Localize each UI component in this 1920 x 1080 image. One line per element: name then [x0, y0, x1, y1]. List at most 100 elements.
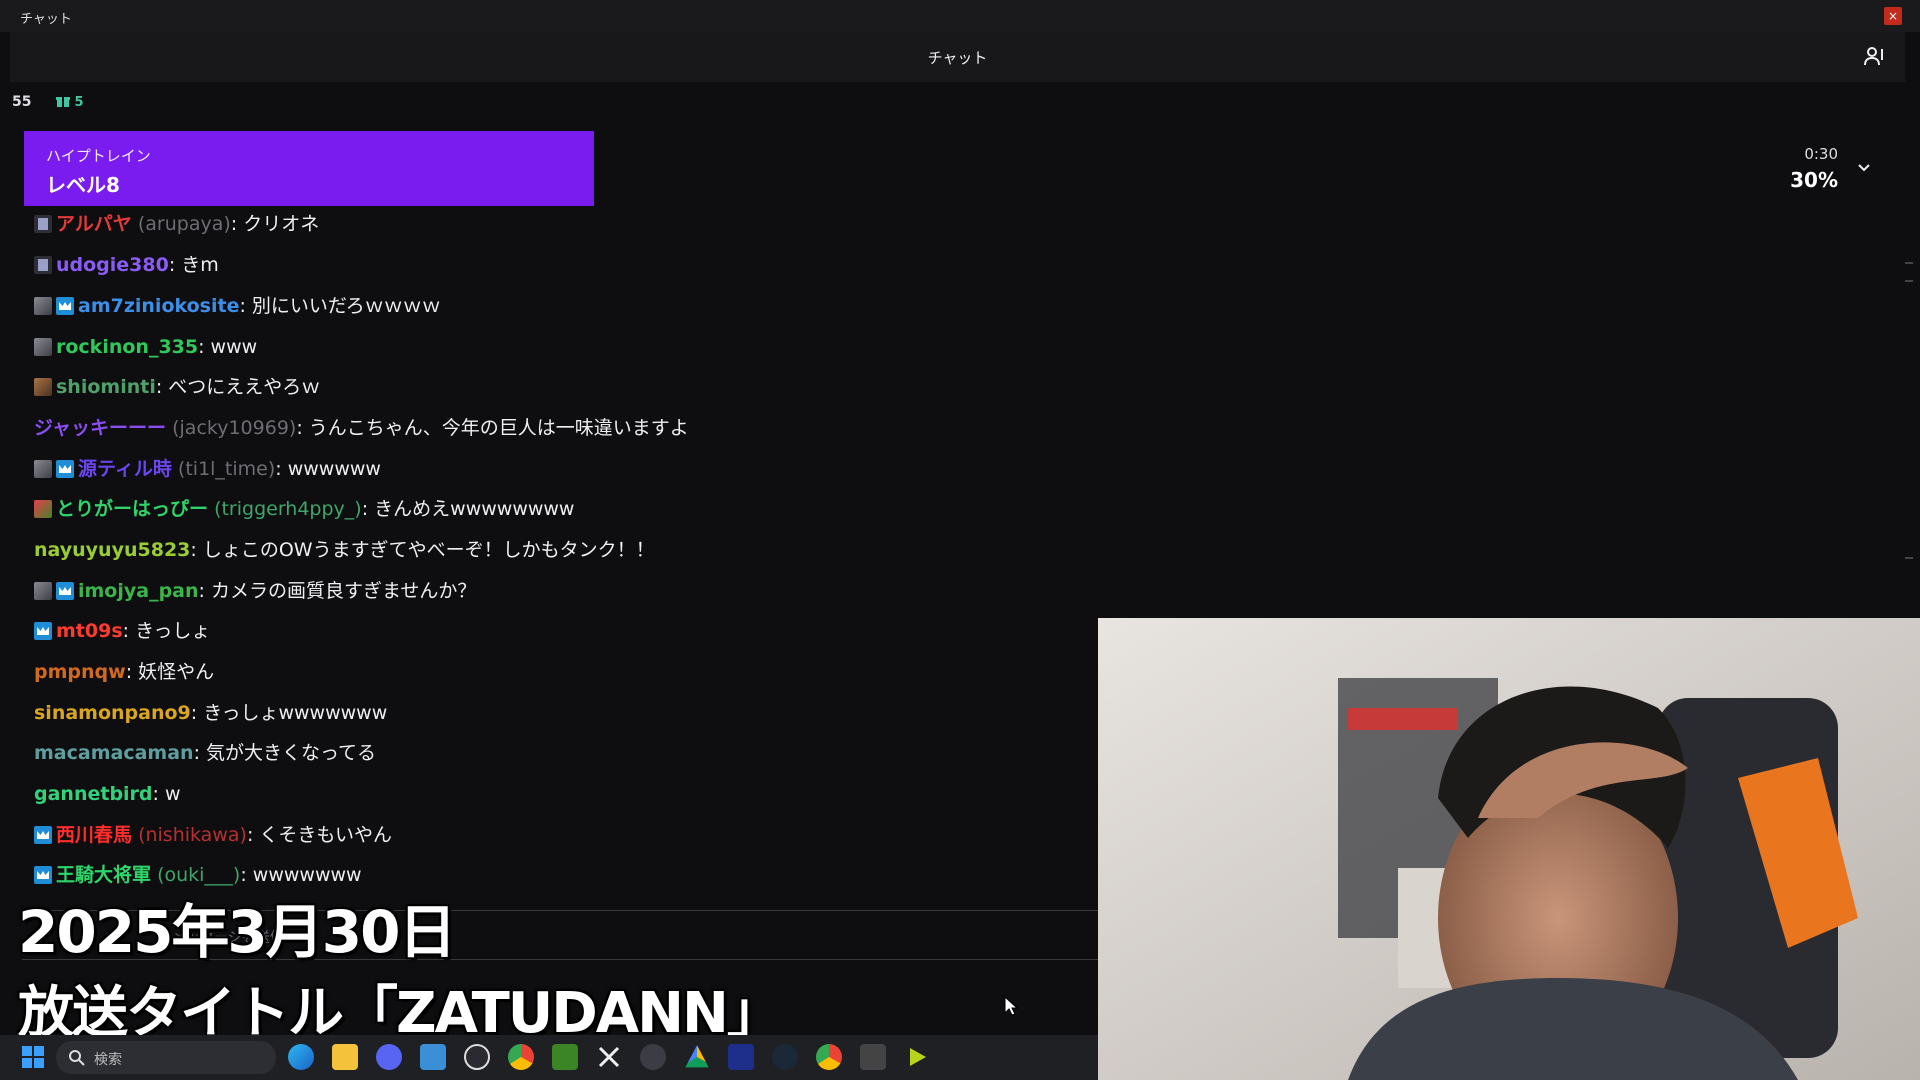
- chat-login: (arupaya): [137, 213, 231, 235]
- hype-train-timer: 0:30: [1804, 145, 1838, 163]
- chat-header: チャット: [10, 32, 1905, 82]
- chat-username[interactable]: gannetbird: [34, 783, 153, 805]
- hype-train-label: ハイプトレイン: [46, 147, 151, 165]
- chat-username[interactable]: nayuyuyu5823: [34, 539, 190, 561]
- chat-username[interactable]: mt09s: [56, 620, 123, 642]
- viewer-count: 55: [12, 94, 32, 110]
- chat-message: 源ティル時 (ti1l_time): wwwwww: [34, 452, 381, 486]
- steam-icon[interactable]: [772, 1044, 798, 1070]
- windows-icon[interactable]: [20, 1044, 46, 1070]
- chrome-icon[interactable]: [816, 1044, 842, 1070]
- chat-message: shiominti: べつにええやろｗ: [34, 370, 320, 404]
- chat-username[interactable]: 西川春馬: [56, 824, 132, 846]
- edge-icon[interactable]: [288, 1044, 314, 1070]
- chat-username[interactable]: pmpnqw: [34, 661, 126, 683]
- chat-message: udogie380: きm: [34, 248, 219, 282]
- chat-message: imojya_pan: カメラの画質良すぎませんか？: [34, 574, 476, 608]
- chat-text: : べつにええやろｗ: [155, 376, 321, 398]
- chat-username[interactable]: ジャッキーーー: [34, 417, 166, 439]
- gift-count: 5: [74, 95, 84, 110]
- chat-text: : くそきもいやん: [246, 824, 392, 846]
- chat-username[interactable]: rockinon_335: [56, 336, 198, 358]
- stream-date-caption: 2025年3月30日: [18, 898, 456, 966]
- hype-train-level: レベル8: [46, 173, 120, 197]
- chat-message: とりがーはっぴー (triggerh4ppy_): きんめえwwwwwwww: [34, 492, 574, 526]
- chat-message: nayuyuyu5823: しょこのOWうますぎてやべーぞ！しかもタンク！！: [34, 533, 655, 567]
- chat-text: : きm: [168, 254, 219, 276]
- subscriber-badge-icon: [34, 460, 52, 478]
- hype-train-banner[interactable]: ハイプトレイン レベル8: [24, 131, 594, 206]
- gift-icon: [56, 97, 70, 107]
- webcam-feed: [1098, 618, 1920, 1080]
- chat-text: : 別にいいだろｗｗｗｗ: [239, 295, 441, 317]
- notes-icon[interactable]: [420, 1044, 446, 1070]
- chat-text: : きっしょ: [122, 620, 211, 642]
- webcam-image: [1098, 618, 1920, 1080]
- drive-icon[interactable]: [685, 1045, 709, 1068]
- capcut-icon[interactable]: [596, 1044, 622, 1070]
- subscriber-badge-icon: [34, 500, 52, 518]
- chat-text: : クリオネ: [230, 213, 320, 235]
- chat-text: : うんこちゃん、今年の巨人は一味違いますよ: [296, 417, 689, 439]
- monitor-icon[interactable]: [728, 1044, 754, 1070]
- gift-count-badge: 5: [56, 94, 84, 110]
- chat-message: rockinon_335: www: [34, 330, 257, 364]
- prime-badge-icon: [56, 582, 74, 600]
- keyboard-icon[interactable]: [640, 1044, 666, 1070]
- chat-text: : w: [152, 783, 181, 805]
- chat-username[interactable]: udogie380: [56, 254, 169, 276]
- obs-icon[interactable]: [464, 1044, 490, 1070]
- chat-login: (triggerh4ppy_): [214, 498, 362, 520]
- prime-badge-icon: [34, 622, 52, 640]
- chat-username[interactable]: とりがーはっぴー: [56, 498, 208, 520]
- chat-username[interactable]: shiominti: [56, 376, 156, 398]
- scrollbar-mark: [1905, 262, 1913, 264]
- window-titlebar: チャット ×: [0, 0, 1920, 32]
- subscriber-badge-icon: [34, 378, 52, 396]
- sub-gifter-badge-icon: [34, 256, 52, 274]
- chat-message: gannetbird: w: [34, 777, 181, 811]
- scrollbar-mark: [1905, 280, 1913, 282]
- community-icon[interactable]: [1864, 45, 1886, 67]
- chat-message: am7ziniokosite: 別にいいだろｗｗｗｗ: [34, 289, 441, 323]
- sub-gifter-badge-icon: [34, 215, 52, 233]
- chat-login: (ouki___): [157, 864, 241, 886]
- chrome-icon[interactable]: [508, 1044, 534, 1070]
- search-placeholder: 検索: [94, 1052, 122, 1068]
- chat-message: mt09s: きっしょ: [34, 614, 210, 648]
- chat-text: : きっしょwwwwwww: [190, 702, 388, 724]
- chat-title: チャット: [927, 49, 988, 67]
- chat-text: : 妖怪やん: [125, 661, 215, 683]
- chat-username[interactable]: 源ティル時: [78, 458, 172, 480]
- chat-message: macamacaman: 気が大きくなってる: [34, 736, 376, 770]
- chat-login: (nishikawa): [138, 824, 247, 846]
- minecraft-icon[interactable]: [552, 1044, 578, 1070]
- prime-badge-icon: [56, 297, 74, 315]
- prime-badge-icon: [56, 460, 74, 478]
- chat-username[interactable]: アルパヤ: [56, 213, 132, 235]
- close-icon[interactable]: ×: [1884, 7, 1902, 25]
- chat-message: 西川春馬 (nishikawa): くそきもいやん: [34, 818, 392, 852]
- mouse-cursor-icon: [1004, 996, 1018, 1016]
- chat-message: pmpnqw: 妖怪やん: [34, 655, 214, 689]
- chat-username[interactable]: sinamonpano9: [34, 702, 191, 724]
- chat-username[interactable]: macamacaman: [34, 742, 194, 764]
- chevron-down-icon[interactable]: [1854, 158, 1874, 178]
- discord-icon[interactable]: [376, 1044, 402, 1070]
- chat-username[interactable]: 王騎大将軍: [56, 864, 151, 886]
- chat-text: : しょこのOWうますぎてやべーぞ！しかもタンク！！: [190, 539, 655, 561]
- chat-text: : wwwwwww: [240, 864, 362, 886]
- chat-username[interactable]: imojya_pan: [78, 580, 199, 602]
- taskbar: 検索: [0, 1035, 1098, 1080]
- chat-message: ジャッキーーー (jacky10969): うんこちゃん、今年の巨人は一味違いま…: [34, 411, 689, 445]
- chat-text: : カメラの画質良すぎませんか？: [198, 580, 477, 602]
- hype-train-progress: 30%: [1790, 168, 1838, 192]
- app-icon[interactable]: [860, 1044, 886, 1070]
- taskbar-search[interactable]: 検索: [56, 1041, 276, 1074]
- media-icon[interactable]: [904, 1044, 930, 1070]
- scrollbar-mark: [1905, 557, 1913, 559]
- chat-username[interactable]: am7ziniokosite: [78, 295, 239, 317]
- folder-icon[interactable]: [332, 1044, 358, 1070]
- subscriber-badge-icon: [34, 582, 52, 600]
- chat-message: sinamonpano9: きっしょwwwwwww: [34, 696, 387, 730]
